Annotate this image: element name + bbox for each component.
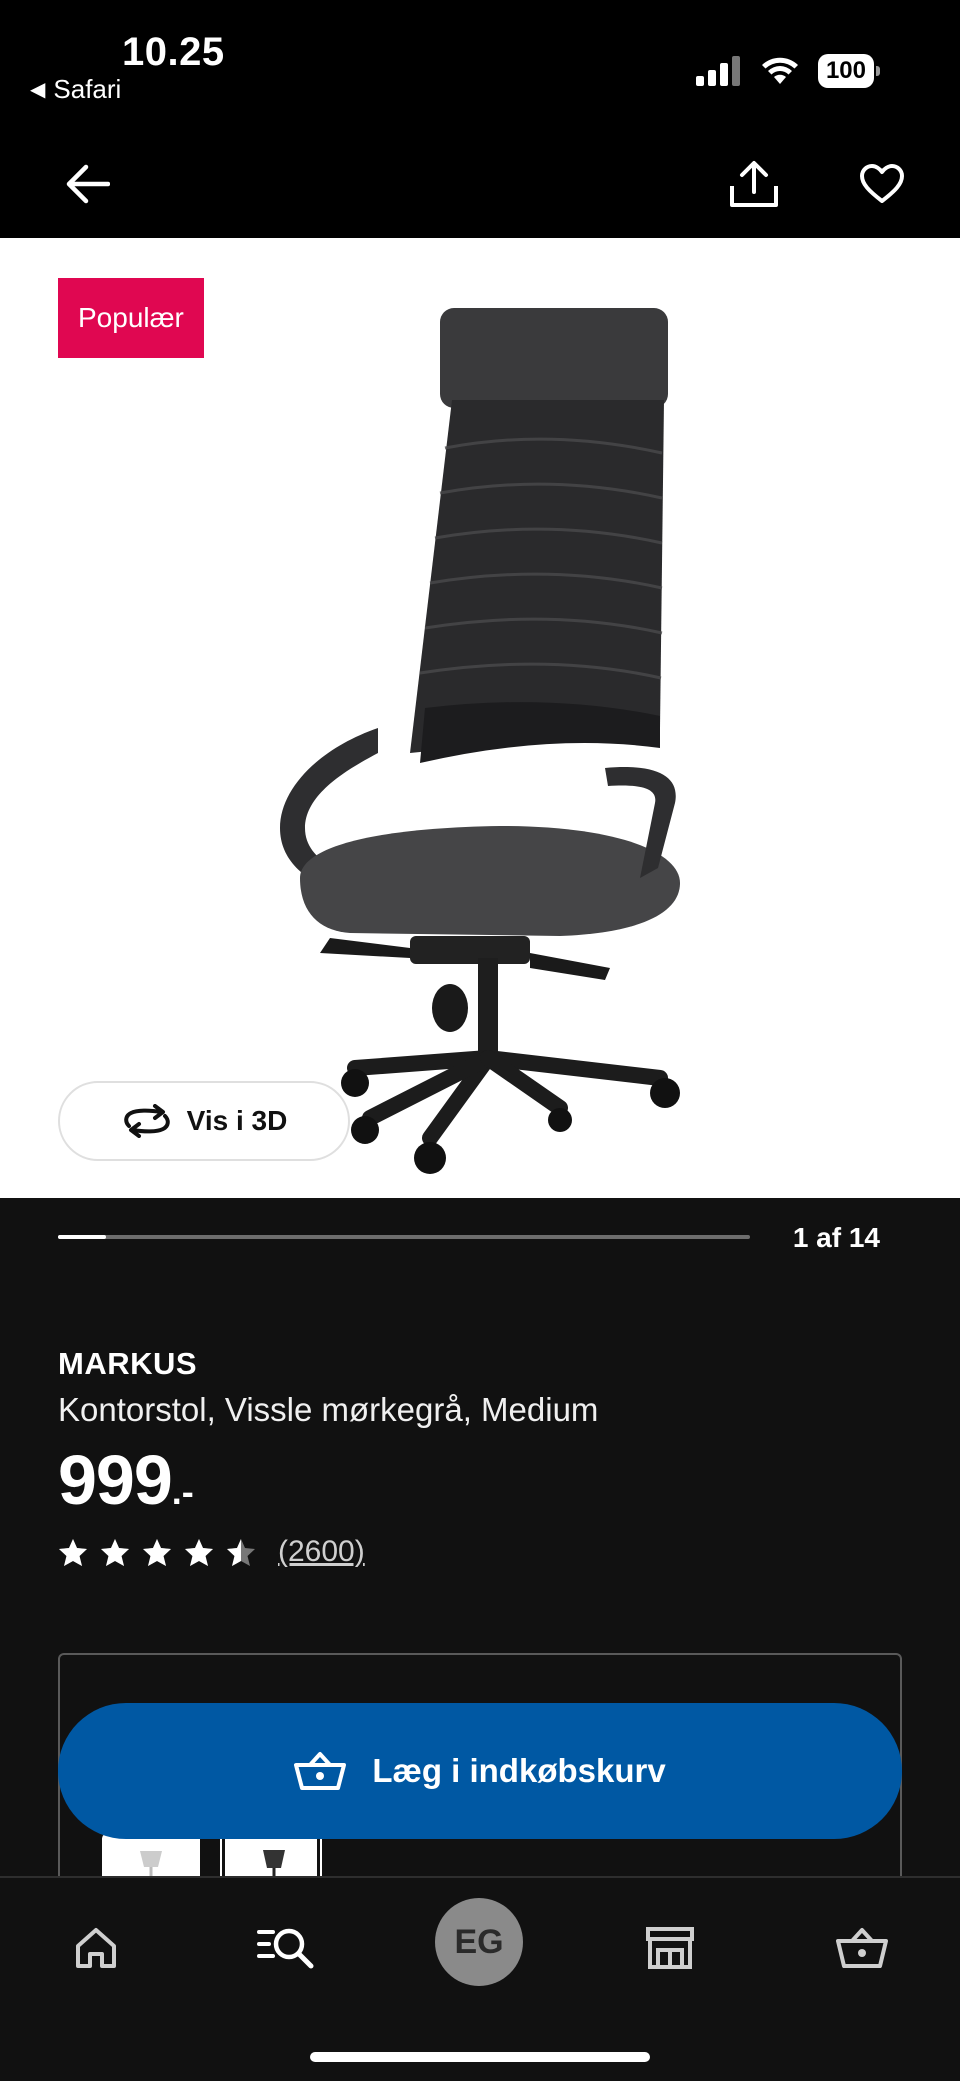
product-name: MARKUS bbox=[58, 1346, 198, 1381]
home-icon bbox=[76, 1928, 116, 1968]
price-suffix: .- bbox=[171, 1471, 194, 1512]
store-icon bbox=[646, 1927, 694, 1969]
tab-profile-avatar[interactable]: EG bbox=[435, 1898, 523, 1986]
star-icon bbox=[59, 1539, 87, 1566]
product-rating[interactable]: (2600) bbox=[58, 1535, 365, 1569]
popular-badge: Populær bbox=[58, 278, 204, 358]
battery-level: 100 bbox=[817, 54, 874, 88]
star-icon bbox=[101, 1539, 129, 1566]
top-nav bbox=[0, 130, 960, 238]
price-amount: 999 bbox=[58, 1441, 173, 1519]
share-icon bbox=[730, 161, 778, 207]
rating-count-link[interactable]: (2600) bbox=[278, 1535, 365, 1569]
add-to-cart-label: Læg i indkøbskurv bbox=[372, 1752, 666, 1789]
battery-tip bbox=[876, 66, 880, 76]
back-triangle-icon: ◀ bbox=[30, 79, 46, 101]
search-icon bbox=[257, 1928, 314, 1969]
view-in-3d-label: Vis i 3D bbox=[186, 1105, 288, 1136]
gallery-progress-bar bbox=[58, 1235, 750, 1239]
wifi-icon bbox=[761, 57, 798, 84]
tab-search[interactable] bbox=[246, 1908, 326, 1988]
star-icon bbox=[227, 1539, 255, 1566]
rating-stars bbox=[58, 1537, 256, 1567]
rotate-3d-icon bbox=[123, 1104, 170, 1138]
bottom-tab-bar: EG bbox=[0, 1876, 960, 2081]
back-app-label: Safari bbox=[53, 74, 122, 104]
tab-home[interactable] bbox=[56, 1908, 136, 1988]
star-icon bbox=[185, 1539, 213, 1566]
back-to-safari[interactable]: ◀ Safari bbox=[30, 74, 121, 105]
tab-basket[interactable] bbox=[822, 1908, 902, 1988]
add-to-cart-button[interactable]: Læg i indkøbskurv bbox=[58, 1703, 902, 1839]
back-button[interactable] bbox=[56, 152, 120, 216]
share-button[interactable] bbox=[722, 152, 786, 216]
gallery-progress-fill bbox=[58, 1235, 107, 1239]
basket-icon bbox=[294, 1752, 347, 1790]
basket-icon bbox=[836, 1928, 888, 1968]
heart-icon bbox=[860, 164, 904, 203]
battery-indicator: 100 bbox=[817, 54, 880, 88]
home-indicator bbox=[310, 2052, 650, 2062]
status-icons: 100 bbox=[695, 54, 880, 88]
status-bar: 10.25 ◀ Safari 100 bbox=[0, 0, 960, 130]
product-image-gallery[interactable]: Populær Vis i 3D bbox=[0, 238, 960, 1198]
office-chair-image bbox=[280, 308, 680, 1174]
arrow-left-icon bbox=[66, 164, 110, 204]
star-icon bbox=[143, 1539, 171, 1566]
signal-icon bbox=[695, 56, 740, 86]
product-price: 999 .- bbox=[58, 1440, 194, 1520]
status-time: 10.25 bbox=[122, 30, 225, 74]
view-in-3d-button[interactable]: Vis i 3D bbox=[58, 1081, 350, 1161]
gallery-position: 1 af 14 bbox=[792, 1222, 880, 1253]
product-description: Kontorstol, Vissle mørkegrå, Medium bbox=[58, 1391, 599, 1428]
favorite-button[interactable] bbox=[850, 152, 914, 216]
tab-stores[interactable] bbox=[630, 1908, 710, 1988]
